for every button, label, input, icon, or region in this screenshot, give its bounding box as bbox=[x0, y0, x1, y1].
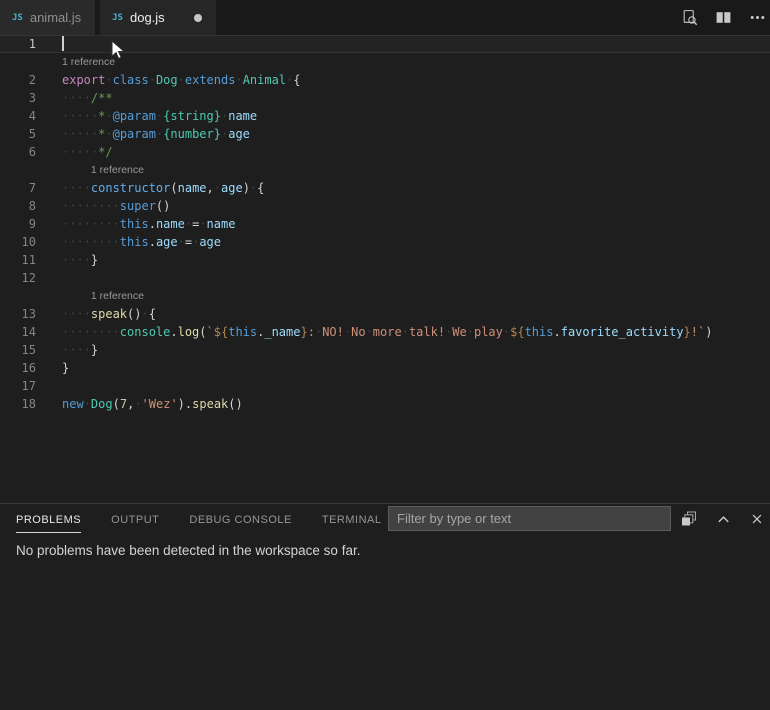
line-number: 10 bbox=[0, 233, 62, 251]
code-text: ····speak()·{ bbox=[62, 305, 156, 323]
code-line[interactable]: 14········console.log(`${this._name}:·NO… bbox=[0, 323, 770, 341]
tab-label: animal.js bbox=[30, 10, 81, 25]
js-file-icon: JS bbox=[112, 13, 123, 23]
code-text: ········super() bbox=[62, 197, 170, 215]
maximize-panel-icon[interactable] bbox=[714, 510, 732, 528]
problems-filter-input[interactable] bbox=[388, 506, 671, 531]
collapse-all-icon[interactable] bbox=[680, 510, 698, 528]
line-number: 12 bbox=[0, 269, 62, 287]
code-line[interactable]: 3····/** bbox=[0, 89, 770, 107]
line-number: 8 bbox=[0, 197, 62, 215]
code-line[interactable]: 12 bbox=[0, 269, 770, 287]
line-number: 18 bbox=[0, 395, 62, 413]
code-line[interactable]: 9········this.name·=·name bbox=[0, 215, 770, 233]
modified-dot-icon[interactable] bbox=[194, 14, 202, 22]
code-line[interactable]: 15····} bbox=[0, 341, 770, 359]
code-text: } bbox=[62, 359, 69, 377]
panel-tab-problems[interactable]: PROBLEMS bbox=[16, 506, 81, 533]
code-line[interactable]: 6·····*/ bbox=[0, 143, 770, 161]
panel-tab-debug-console[interactable]: DEBUG CONSOLE bbox=[189, 506, 291, 533]
code-line[interactable]: 17 bbox=[0, 377, 770, 395]
tab-dog.js[interactable]: JS dog.js bbox=[100, 0, 216, 35]
code-text: ········this.name·=·name bbox=[62, 215, 235, 233]
code-line[interactable]: 8········super() bbox=[0, 197, 770, 215]
codelens-reference[interactable]: 1 reference bbox=[0, 287, 770, 305]
line-number: 7 bbox=[0, 179, 62, 197]
code-text bbox=[62, 35, 64, 53]
code-line[interactable]: 1 bbox=[0, 35, 770, 53]
line-number: 15 bbox=[0, 341, 62, 359]
line-number: 2 bbox=[0, 71, 62, 89]
code-text: ····} bbox=[62, 341, 98, 359]
panel-tab-output[interactable]: OUTPUT bbox=[111, 506, 159, 533]
line-number: 9 bbox=[0, 215, 62, 233]
close-panel-icon[interactable] bbox=[748, 510, 766, 528]
code-line[interactable]: 13····speak()·{ bbox=[0, 305, 770, 323]
more-actions-icon[interactable] bbox=[748, 9, 766, 27]
code-line[interactable]: 10········this.age·=·age bbox=[0, 233, 770, 251]
code-editor[interactable]: 11 reference2export·class·Dog·extends·An… bbox=[0, 35, 770, 503]
problems-empty-message: No problems have been detected in the wo… bbox=[0, 534, 770, 567]
code-line[interactable]: 4·····*·@param·{string}·name bbox=[0, 107, 770, 125]
panel-header: PROBLEMS OUTPUT DEBUG CONSOLE TERMINAL bbox=[0, 504, 770, 534]
text-cursor bbox=[62, 36, 64, 51]
split-editor-icon[interactable] bbox=[714, 9, 732, 27]
line-number: 16 bbox=[0, 359, 62, 377]
code-line[interactable]: 7····constructor(name,·age)·{ bbox=[0, 179, 770, 197]
code-line[interactable]: 5·····*·@param·{number}·age bbox=[0, 125, 770, 143]
code-text: new·Dog(7,·'Wez').speak() bbox=[62, 395, 243, 413]
problems-panel: PROBLEMS OUTPUT DEBUG CONSOLE TERMINAL No p… bbox=[0, 503, 770, 710]
tab-bar-tabs: JS animal.js JS dog.js bbox=[0, 0, 216, 35]
line-number: 14 bbox=[0, 323, 62, 341]
line-number: 17 bbox=[0, 377, 62, 395]
line-number: 11 bbox=[0, 251, 62, 269]
code-line[interactable]: 16} bbox=[0, 359, 770, 377]
codelens-reference[interactable]: 1 reference bbox=[0, 161, 770, 179]
code-text: ····/** bbox=[62, 89, 113, 107]
js-file-icon: JS bbox=[12, 13, 23, 23]
code-line[interactable]: 18new·Dog(7,·'Wez').speak() bbox=[0, 395, 770, 413]
panel-tab-terminal[interactable]: TERMINAL bbox=[322, 506, 382, 533]
code-line[interactable]: 11····} bbox=[0, 251, 770, 269]
code-text: ·····*·@param·{number}·age bbox=[62, 125, 250, 143]
code-text: ········this.age·=·age bbox=[62, 233, 221, 251]
line-number: 4 bbox=[0, 107, 62, 125]
editor-actions bbox=[680, 0, 766, 35]
search-file-icon[interactable] bbox=[680, 9, 698, 27]
code-text: ·····*·@param·{string}·name bbox=[62, 107, 257, 125]
line-number: 1 bbox=[0, 35, 62, 53]
code-text: export·class·Dog·extends·Animal·{ bbox=[62, 71, 301, 89]
codelens-reference[interactable]: 1 reference bbox=[0, 53, 770, 71]
tab-label: dog.js bbox=[130, 10, 165, 25]
panel-tabs: PROBLEMS OUTPUT DEBUG CONSOLE TERMINAL bbox=[0, 506, 381, 533]
line-number: 5 bbox=[0, 125, 62, 143]
line-number: 6 bbox=[0, 143, 62, 161]
editor-tab-bar: JS animal.js JS dog.js bbox=[0, 0, 770, 35]
code-text: ········console.log(`${this._name}:·NO!·… bbox=[62, 323, 712, 341]
tab-animal.js[interactable]: JS animal.js bbox=[0, 0, 95, 35]
code-text: ·····*/ bbox=[62, 143, 113, 161]
code-text: ····constructor(name,·age)·{ bbox=[62, 179, 264, 197]
panel-actions bbox=[680, 504, 766, 534]
code-line[interactable]: 2export·class·Dog·extends·Animal·{ bbox=[0, 71, 770, 89]
line-number: 13 bbox=[0, 305, 62, 323]
code-text: ····} bbox=[62, 251, 98, 269]
line-number: 3 bbox=[0, 89, 62, 107]
